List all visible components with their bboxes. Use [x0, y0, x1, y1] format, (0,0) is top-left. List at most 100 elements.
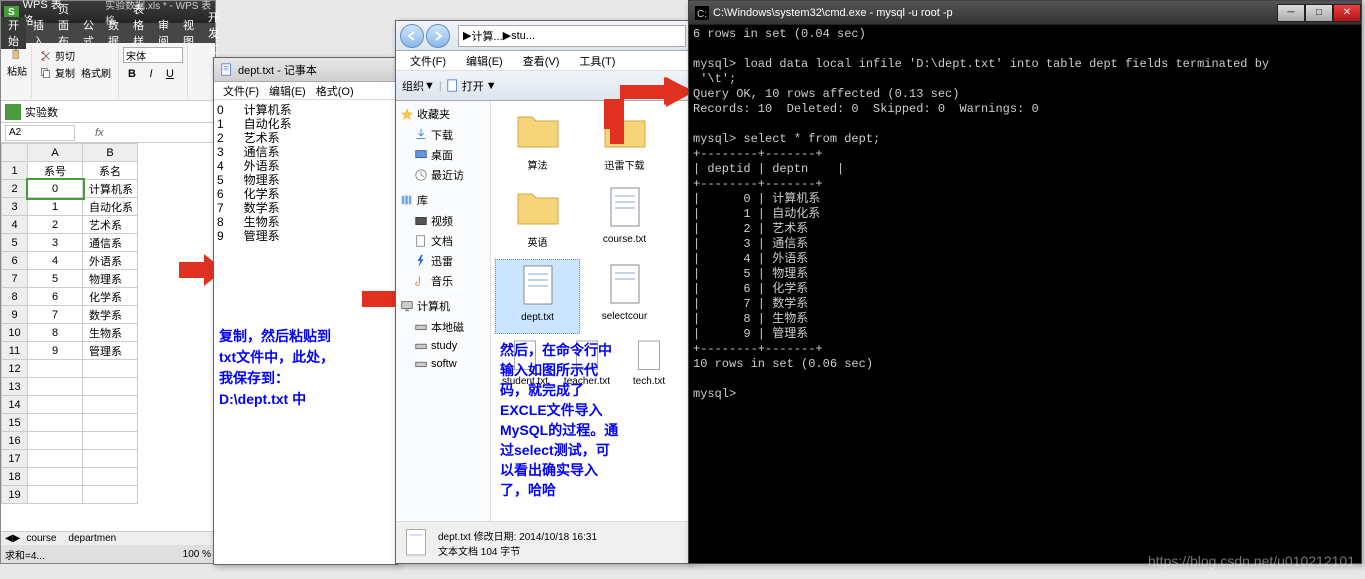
row-header[interactable]: 12: [2, 360, 28, 378]
row-header[interactable]: 11: [2, 342, 28, 360]
sheet-tab-dept[interactable]: departmen: [62, 533, 122, 544]
sidebar-item-music[interactable]: 音乐: [396, 271, 490, 291]
cell[interactable]: 管理系: [83, 342, 138, 360]
minimize-button[interactable]: ─: [1277, 4, 1305, 22]
sidebar-item-study[interactable]: study: [396, 337, 490, 355]
sidebar-item-downloads[interactable]: 下载: [396, 125, 490, 145]
cell[interactable]: 系号: [28, 162, 83, 180]
scroll-right-icon[interactable]: ▶: [13, 533, 21, 544]
col-header-b[interactable]: B: [83, 144, 138, 162]
row-header[interactable]: 1: [2, 162, 28, 180]
underline-button[interactable]: U: [161, 65, 179, 83]
maximize-button[interactable]: □: [1305, 4, 1333, 22]
cell[interactable]: [83, 414, 138, 432]
sidebar-item-desktop[interactable]: 桌面: [396, 145, 490, 165]
row-header[interactable]: 18: [2, 468, 28, 486]
cell-ref-input[interactable]: [5, 125, 75, 141]
row-header[interactable]: 4: [2, 216, 28, 234]
row-header[interactable]: 3: [2, 198, 28, 216]
folder-item[interactable]: 英语: [495, 182, 580, 257]
cell[interactable]: [28, 378, 83, 396]
cell[interactable]: [28, 360, 83, 378]
status-zoom[interactable]: 100 %: [183, 549, 211, 560]
row-header[interactable]: 2: [2, 180, 28, 198]
row-header[interactable]: 8: [2, 288, 28, 306]
cell[interactable]: [28, 432, 83, 450]
folder-item[interactable]: 算法: [495, 105, 580, 180]
cell[interactable]: 系名: [83, 162, 138, 180]
cell[interactable]: 艺术系: [83, 216, 138, 234]
cell[interactable]: [83, 360, 138, 378]
wps-grid[interactable]: AB 1系号系名 20计算机系 31自动化系 42艺术系 53通信系 64外语系…: [1, 143, 215, 504]
cell[interactable]: 生物系: [83, 324, 138, 342]
cell[interactable]: [83, 378, 138, 396]
row-header[interactable]: 14: [2, 396, 28, 414]
breadcrumb-item[interactable]: stu...: [511, 30, 535, 42]
sidebar-libraries[interactable]: 库: [396, 189, 490, 211]
notepad-text-area[interactable]: 0 计算机系 1 自动化系 2 艺术系 3 通信系 4 外语系 5 物理系 6 …: [214, 100, 397, 246]
sidebar-item-recent[interactable]: 最近访: [396, 165, 490, 185]
cell[interactable]: 计算机系: [83, 180, 138, 198]
copy-button[interactable]: 复制格式刷: [36, 64, 114, 81]
menu-file[interactable]: 文件(F): [218, 83, 264, 99]
row-header[interactable]: 7: [2, 270, 28, 288]
cmd-output[interactable]: 6 rows in set (0.04 sec) mysql> load dat…: [689, 25, 1361, 404]
cell[interactable]: [83, 486, 138, 504]
row-header[interactable]: 9: [2, 306, 28, 324]
file-item-selected[interactable]: dept.txt: [495, 259, 580, 334]
cell[interactable]: [83, 432, 138, 450]
cell[interactable]: [28, 450, 83, 468]
paste-button[interactable]: [7, 47, 27, 63]
file-item[interactable]: selectcour: [582, 259, 667, 334]
cell[interactable]: 0: [28, 180, 83, 198]
sheet-tab-course[interactable]: course: [20, 533, 62, 544]
row-header[interactable]: 6: [2, 252, 28, 270]
cell[interactable]: [83, 450, 138, 468]
bold-button[interactable]: B: [123, 65, 141, 83]
cut-button[interactable]: 剪切: [36, 47, 114, 64]
cell[interactable]: 7: [28, 306, 83, 324]
italic-button[interactable]: I: [142, 65, 160, 83]
cell[interactable]: 数学系: [83, 306, 138, 324]
cell[interactable]: 9: [28, 342, 83, 360]
cell[interactable]: [28, 396, 83, 414]
forward-button[interactable]: [426, 24, 450, 48]
row-header[interactable]: 16: [2, 432, 28, 450]
sidebar-item-local[interactable]: 本地磁: [396, 317, 490, 337]
row-header[interactable]: 19: [2, 486, 28, 504]
font-select[interactable]: [123, 47, 183, 63]
cell[interactable]: [83, 468, 138, 486]
organize-button[interactable]: 组织: [402, 78, 424, 94]
cell[interactable]: 自动化系: [83, 198, 138, 216]
doc-tab[interactable]: 实验数: [25, 104, 58, 120]
tab-dev[interactable]: 开发工: [201, 9, 226, 57]
row-header[interactable]: 10: [2, 324, 28, 342]
sidebar-item-softw[interactable]: softw: [396, 355, 490, 373]
col-header-a[interactable]: A: [28, 144, 83, 162]
cell[interactable]: 化学系: [83, 288, 138, 306]
cell[interactable]: 8: [28, 324, 83, 342]
brush-label[interactable]: 格式刷: [81, 65, 111, 80]
cell[interactable]: 3: [28, 234, 83, 252]
sidebar-computer[interactable]: 计算机: [396, 295, 490, 317]
sidebar-item-video[interactable]: 视频: [396, 211, 490, 231]
cell[interactable]: 6: [28, 288, 83, 306]
cell[interactable]: 通信系: [83, 234, 138, 252]
menu-view[interactable]: 查看(V): [513, 53, 570, 69]
sidebar-item-doc[interactable]: 文档: [396, 231, 490, 251]
back-button[interactable]: [400, 24, 424, 48]
close-button[interactable]: ✕: [1333, 4, 1361, 22]
menu-edit[interactable]: 编辑(E): [456, 53, 513, 69]
cell[interactable]: [28, 486, 83, 504]
file-item[interactable]: course.txt: [582, 182, 667, 257]
cell[interactable]: 4: [28, 252, 83, 270]
row-header[interactable]: 17: [2, 450, 28, 468]
scroll-left-icon[interactable]: ◀: [5, 533, 13, 544]
cell[interactable]: [83, 396, 138, 414]
cell[interactable]: 物理系: [83, 270, 138, 288]
cell[interactable]: 1: [28, 198, 83, 216]
row-header[interactable]: 5: [2, 234, 28, 252]
cell[interactable]: [28, 468, 83, 486]
sidebar-item-thunder[interactable]: 迅雷: [396, 251, 490, 271]
open-button[interactable]: 打开 ▼: [446, 78, 497, 94]
